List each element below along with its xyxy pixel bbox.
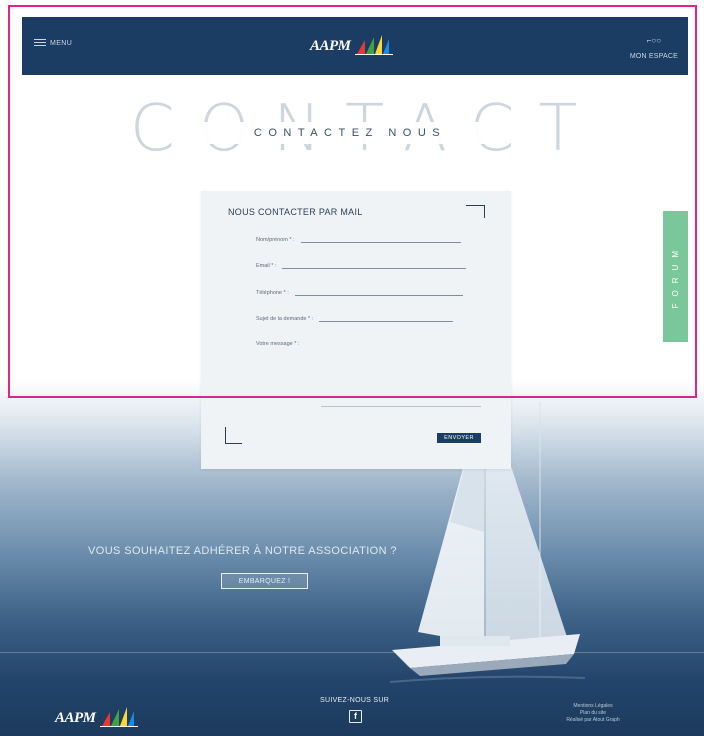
email-input[interactable] — [282, 259, 467, 269]
subject-field: Sujet de la demande * : — [256, 310, 454, 322]
subject-input[interactable] — [319, 312, 454, 322]
footer-logo-text: AAPM — [55, 710, 96, 726]
join-prompt: VOUS SOUHAITEZ ADHÉRER À NOTRE ASSOCIATI… — [88, 545, 397, 557]
email-label: Email * : — [256, 263, 277, 269]
facebook-icon[interactable]: f — [349, 710, 362, 723]
footer-links: Mentions Légales Plan du site Réalisé pa… — [548, 703, 638, 724]
contact-form-card: NOUS CONTACTER PAR MAIL Nom/prénom * : E… — [201, 191, 511, 469]
corner-decoration-icon — [466, 205, 485, 218]
phone-input[interactable] — [294, 286, 463, 296]
menu-icon — [34, 39, 46, 47]
message-field: Votre message * : — [256, 335, 305, 347]
form-title: NOUS CONTACTER PAR MAIL — [228, 207, 363, 217]
logo[interactable]: AAPM — [310, 35, 393, 55]
name-field: Nom/prénom * : — [256, 231, 461, 243]
page-subtitle: CONTACTEZ NOUS — [200, 122, 500, 144]
send-button[interactable]: ENVOYER — [437, 433, 481, 443]
sails-logo-icon — [99, 707, 138, 727]
corner-decoration-icon — [225, 427, 242, 444]
site-header: MENU AAPM ⌐○○ MON ESPACE — [22, 17, 688, 75]
menu-label: MENU — [50, 39, 73, 47]
phone-field: Téléphone * : — [256, 284, 463, 296]
credits-link[interactable]: Réalisé par Atout Graph — [548, 717, 638, 724]
message-textarea[interactable] — [321, 406, 481, 407]
phone-label: Téléphone * : — [256, 290, 289, 296]
name-input[interactable] — [300, 233, 461, 243]
glasses-icon: ⌐○○ — [646, 36, 662, 45]
email-field: Email * : — [256, 257, 467, 269]
sitemap-link[interactable]: Plan du site — [548, 710, 638, 717]
embark-button[interactable]: EMBARQUEZ ! — [221, 573, 308, 589]
footer-logo[interactable]: AAPM — [55, 707, 138, 727]
follow-us-label: SUIVEZ-NOUS SUR — [320, 697, 390, 704]
sails-logo-icon — [354, 35, 393, 55]
subject-label: Sujet de la demande * : — [256, 316, 314, 322]
my-space-button[interactable]: ⌐○○ MON ESPACE — [630, 37, 678, 63]
name-label: Nom/prénom * : — [256, 237, 295, 243]
logo-text: AAPM — [310, 38, 351, 54]
menu-button[interactable]: MENU — [34, 39, 72, 47]
my-space-label: MON ESPACE — [629, 53, 678, 60]
message-label: Votre message * : — [256, 341, 300, 347]
horizon-line — [0, 652, 704, 653]
contact-page: MENU AAPM ⌐○○ MON ESPACE CONTACT CONTACT… — [0, 0, 704, 736]
forum-tab-label: FORUM — [671, 244, 680, 309]
forum-tab[interactable]: FORUM — [663, 211, 688, 342]
legal-notice-link[interactable]: Mentions Légales — [548, 703, 638, 710]
